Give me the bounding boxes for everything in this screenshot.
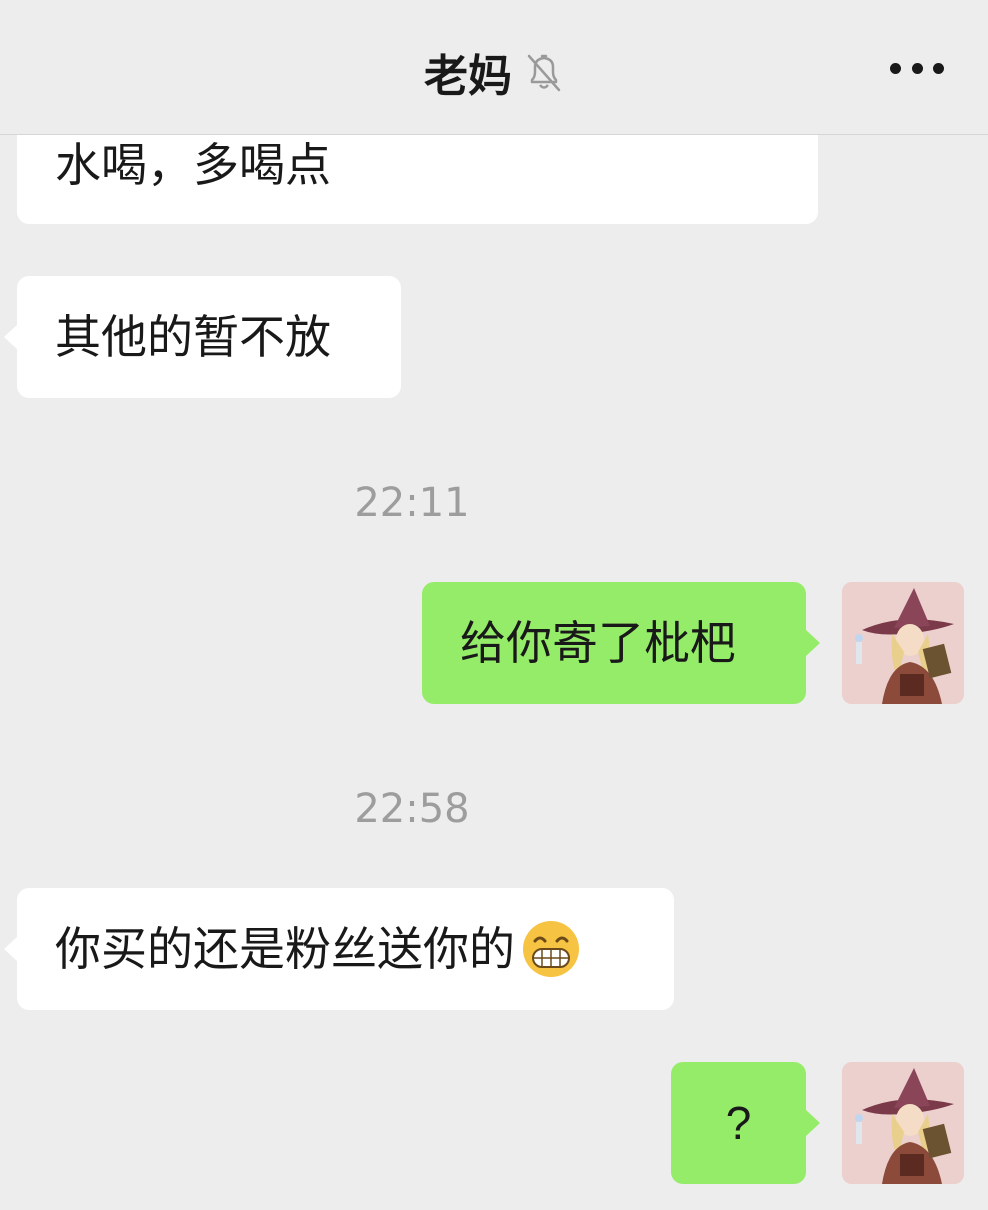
- timestamp: 22:58: [354, 786, 470, 832]
- avatar-image: [842, 1062, 964, 1184]
- title-area: 老妈: [0, 40, 988, 104]
- dot: [933, 62, 944, 74]
- timestamp: 22:11: [354, 480, 470, 526]
- chat-title[interactable]: 老妈: [424, 40, 512, 104]
- outgoing-message-bubble[interactable]: 给你寄了枇杷: [422, 582, 820, 704]
- message-text: 水喝，多喝点: [55, 138, 331, 192]
- outgoing-message-bubble[interactable]: ?: [671, 1062, 820, 1184]
- message-text: 给你寄了枇杷: [460, 616, 736, 670]
- message-text: 你买的还是粉丝送你的: [55, 922, 515, 976]
- grinning-face-emoji: [521, 919, 581, 979]
- dot: [911, 62, 923, 74]
- chat-header: 老妈: [0, 0, 988, 135]
- more-dots-icon[interactable]: [890, 60, 944, 76]
- avatar-image: [842, 582, 964, 704]
- message-text: 其他的暂不放: [55, 310, 331, 364]
- witch-avatar[interactable]: [842, 1062, 964, 1184]
- dot: [890, 62, 901, 74]
- incoming-message-bubble[interactable]: 其他的暂不放: [4, 276, 401, 398]
- incoming-message-bubble[interactable]: 你买的还是粉丝送你的: [4, 888, 674, 1010]
- witch-avatar[interactable]: [842, 582, 964, 704]
- bell-off-icon: [524, 50, 564, 94]
- message-text: ?: [725, 1097, 752, 1149]
